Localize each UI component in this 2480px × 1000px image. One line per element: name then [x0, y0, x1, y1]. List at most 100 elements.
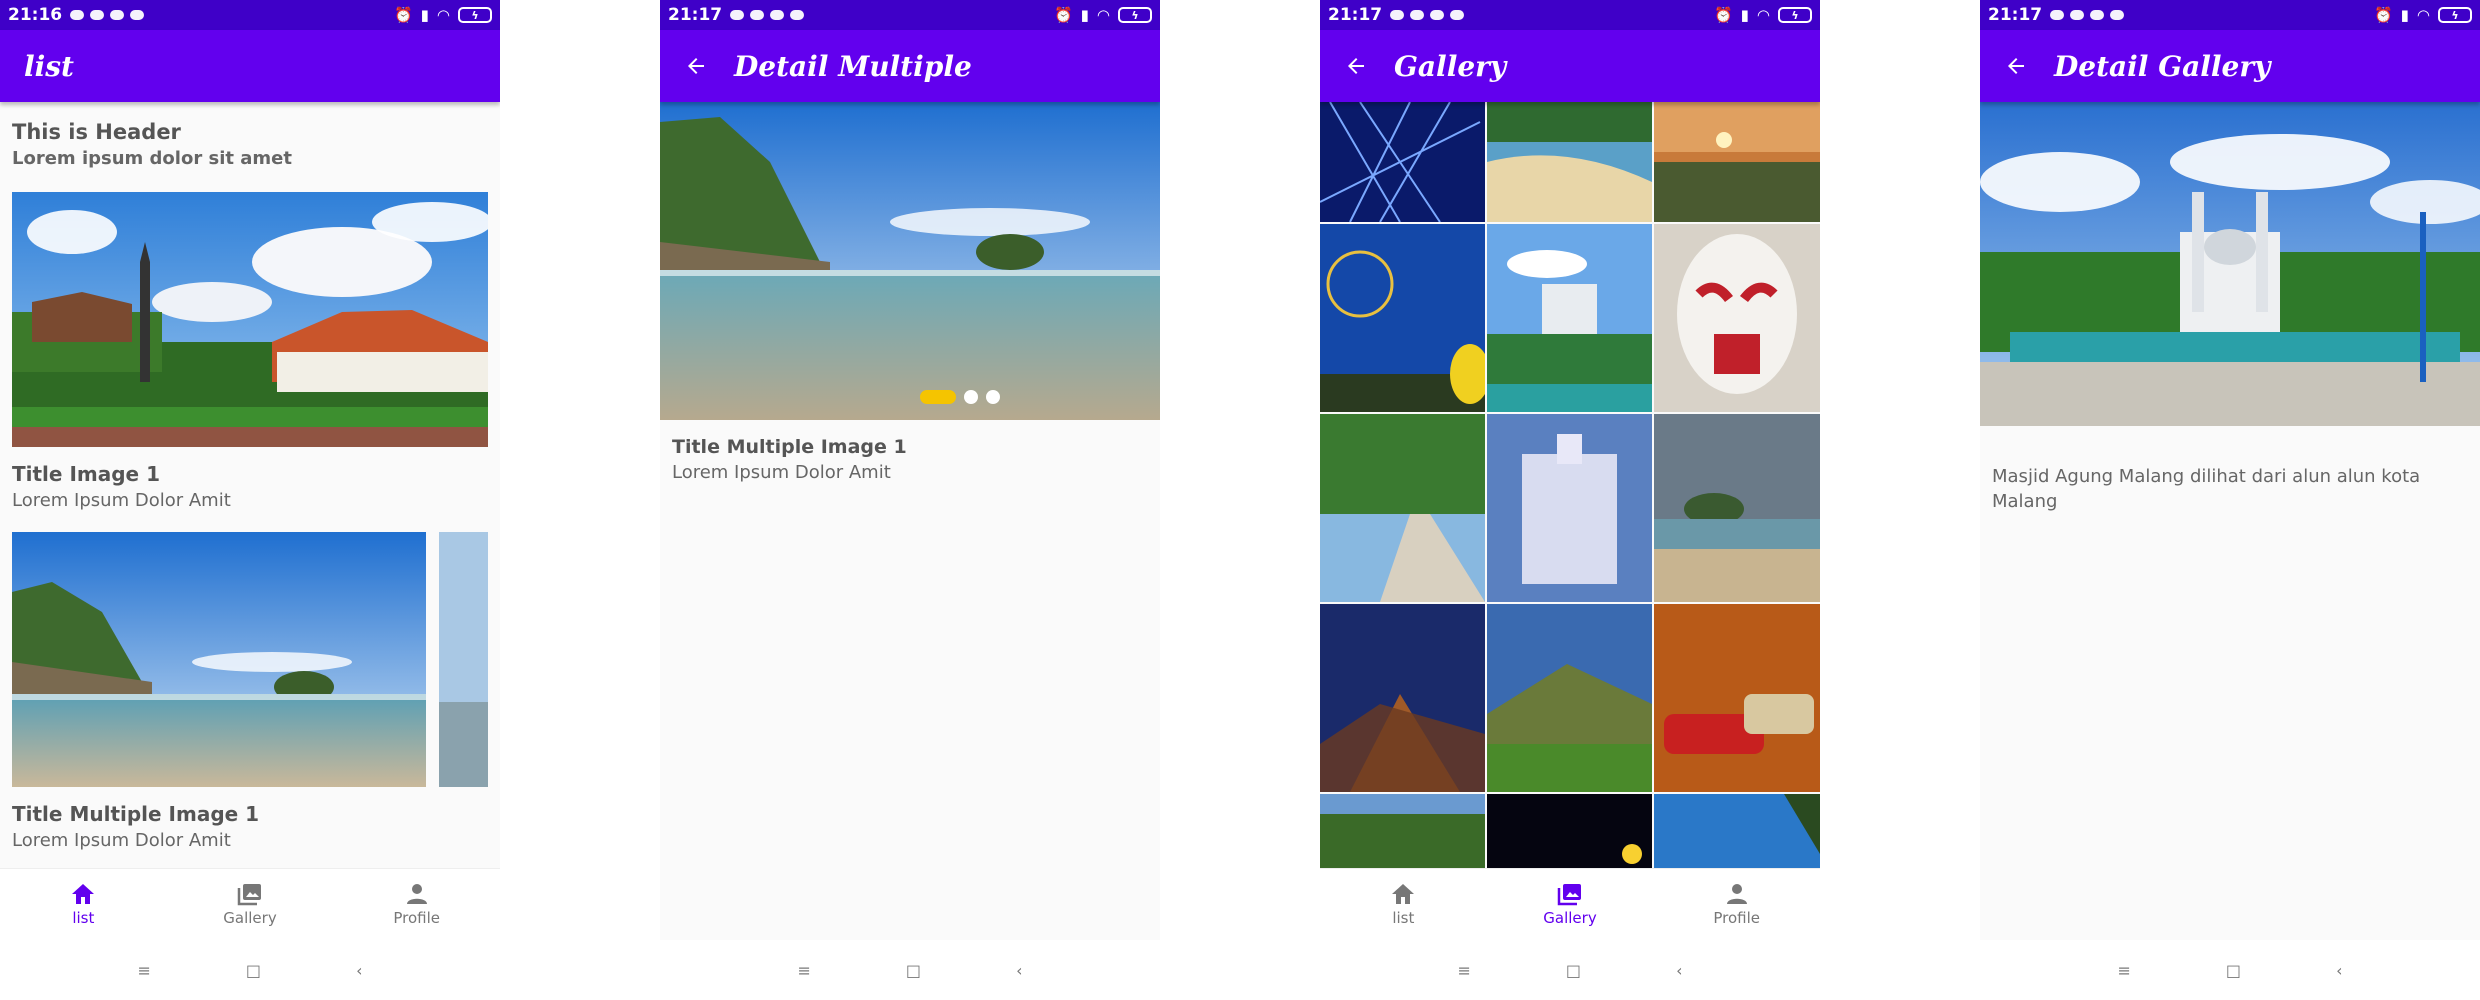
app-title: Detail Gallery — [2054, 49, 2271, 83]
gallery-thumb[interactable] — [1320, 224, 1485, 412]
battery-label: ϟ — [471, 8, 479, 22]
card-image-building[interactable] — [12, 192, 488, 447]
nav-item-gallery[interactable]: Gallery — [1487, 869, 1654, 940]
gallery-thumb[interactable] — [1487, 604, 1652, 792]
nav-label-gallery: Gallery — [1543, 909, 1597, 927]
battery-icon: ϟ — [1778, 7, 1812, 23]
app-bar: Detail Gallery — [1980, 30, 2480, 102]
home-button-icon[interactable]: □ — [906, 961, 921, 980]
nav-label-list: list — [72, 909, 95, 927]
alarm-icon: ⏰ — [1053, 6, 1073, 24]
gallery-thumb[interactable] — [1320, 604, 1485, 792]
photo-library-icon — [1557, 884, 1581, 906]
gallery-grid — [1320, 102, 1820, 868]
detail-gallery-description: Masjid Agung Malang dilihat dari alun al… — [1992, 466, 2421, 512]
gallery-thumb[interactable] — [1487, 414, 1652, 602]
nav-item-gallery[interactable]: Gallery — [167, 869, 334, 940]
arrow-back-icon[interactable] — [1336, 46, 1376, 86]
card2-title: Title Multiple Image 1 — [12, 802, 260, 826]
app-icon — [770, 10, 785, 20]
page-indicator-dot[interactable] — [920, 390, 956, 404]
nav-item-profile[interactable]: Profile — [1653, 869, 1820, 940]
header-subtitle: Lorem ipsum dolor sit amet — [12, 148, 292, 169]
carousel-image-next[interactable] — [439, 532, 488, 787]
back-button-icon[interactable]: ‹ — [1016, 961, 1022, 980]
notification-icon — [90, 10, 105, 20]
arrow-back-icon[interactable] — [676, 46, 716, 86]
app-title: Gallery — [1394, 49, 1507, 83]
bottom-navigation: list Gallery Profile — [1320, 868, 1820, 940]
detail-gallery-image — [1980, 102, 2480, 426]
detail-multiple-screen: 21:17 ⏰ ▮ ◠ ϟ Detail Multiple Title Mult… — [660, 0, 1160, 1000]
gallery-thumb[interactable] — [1654, 794, 1820, 868]
app-bar: list — [0, 30, 500, 102]
building-photo — [12, 192, 488, 447]
notification-icon — [1410, 10, 1425, 20]
gallery-thumb[interactable] — [1487, 794, 1652, 868]
back-button-icon[interactable]: ‹ — [1676, 961, 1682, 980]
arrow-back-icon[interactable] — [1996, 46, 2036, 86]
mosque-photo — [1980, 102, 2480, 426]
gallery-thumb[interactable] — [1320, 414, 1485, 602]
app-title: list — [24, 49, 74, 83]
recents-icon[interactable]: ≡ — [2118, 961, 2131, 980]
signal-icon: ▮ — [420, 6, 429, 24]
system-navigation-bar: ≡ □ ‹ — [660, 940, 1160, 1000]
carousel-image-beach[interactable] — [12, 532, 426, 787]
page-indicator — [710, 390, 1160, 404]
battery-icon: ϟ — [2438, 7, 2472, 23]
cloud-icon — [70, 10, 85, 20]
status-bar: 21:17 ⏰ ▮ ◠ ϟ — [1320, 0, 1820, 30]
system-navigation-bar: ≡ □ ‹ — [1980, 940, 2480, 1000]
gallery-thumb[interactable] — [1487, 102, 1652, 222]
home-button-icon[interactable]: □ — [246, 961, 261, 980]
system-navigation-bar: ≡ □ ‹ — [0, 940, 500, 1000]
bottom-navigation: list Gallery Profile — [0, 868, 500, 940]
cloud-icon — [2050, 10, 2065, 20]
wifi-icon: ◠ — [1096, 6, 1110, 24]
nav-label-gallery: Gallery — [223, 909, 277, 927]
status-time: 21:17 — [668, 5, 723, 25]
back-button-icon[interactable]: ‹ — [356, 961, 362, 980]
screenshot-collage: 21:16 ⏰ ▮ ◠ ϟ list This is Header Lorem … — [0, 0, 2480, 1000]
nav-item-list[interactable]: list — [0, 869, 167, 940]
nav-label-profile: Profile — [393, 909, 440, 927]
detail-gallery-screen: 21:17 ⏰ ▮ ◠ ϟ Detail Gallery Masjid Agun… — [1980, 0, 2480, 1000]
nav-item-list[interactable]: list — [1320, 869, 1487, 940]
gallery-thumb[interactable] — [1654, 414, 1820, 602]
cloud-icon — [2110, 10, 2125, 20]
battery-label: ϟ — [1791, 8, 1799, 22]
cloud-icon — [1390, 10, 1405, 20]
list-header: This is Header Lorem ipsum dolor sit ame… — [12, 120, 292, 169]
next-photo — [439, 532, 488, 787]
card1-subtitle: Lorem Ipsum Dolor Amit — [12, 490, 231, 511]
page-indicator-dot[interactable] — [964, 390, 978, 404]
recents-icon[interactable]: ≡ — [1458, 961, 1471, 980]
nav-label-list: list — [1392, 909, 1415, 927]
status-time: 21:17 — [1328, 5, 1383, 25]
back-button-icon[interactable]: ‹ — [2336, 961, 2342, 980]
recents-icon[interactable]: ≡ — [138, 961, 151, 980]
beach-photo — [12, 532, 426, 787]
nav-item-profile[interactable]: Profile — [333, 869, 500, 940]
gallery-thumb[interactable] — [1320, 102, 1485, 222]
signal-icon: ▮ — [1740, 6, 1749, 24]
header-title: This is Header — [12, 120, 181, 144]
app-icon — [1430, 10, 1445, 20]
page-indicator-dot[interactable] — [986, 390, 1000, 404]
notification-icon — [750, 10, 765, 20]
gallery-thumb[interactable] — [1654, 102, 1820, 222]
home-button-icon[interactable]: □ — [2226, 961, 2241, 980]
app-title: Detail Multiple — [734, 49, 972, 83]
gallery-thumb[interactable] — [1487, 224, 1652, 412]
detail-carousel[interactable] — [660, 102, 1160, 420]
gallery-thumb[interactable] — [1654, 604, 1820, 792]
alarm-icon: ⏰ — [393, 6, 413, 24]
person-icon — [1726, 884, 1747, 904]
recents-icon[interactable]: ≡ — [798, 961, 811, 980]
gallery-thumb[interactable] — [1654, 224, 1820, 412]
gallery-thumb[interactable] — [1320, 794, 1485, 868]
detail-text: Title Multiple Image 1 Lorem Ipsum Dolor… — [672, 436, 907, 483]
home-button-icon[interactable]: □ — [1566, 961, 1581, 980]
person-icon — [406, 884, 427, 904]
